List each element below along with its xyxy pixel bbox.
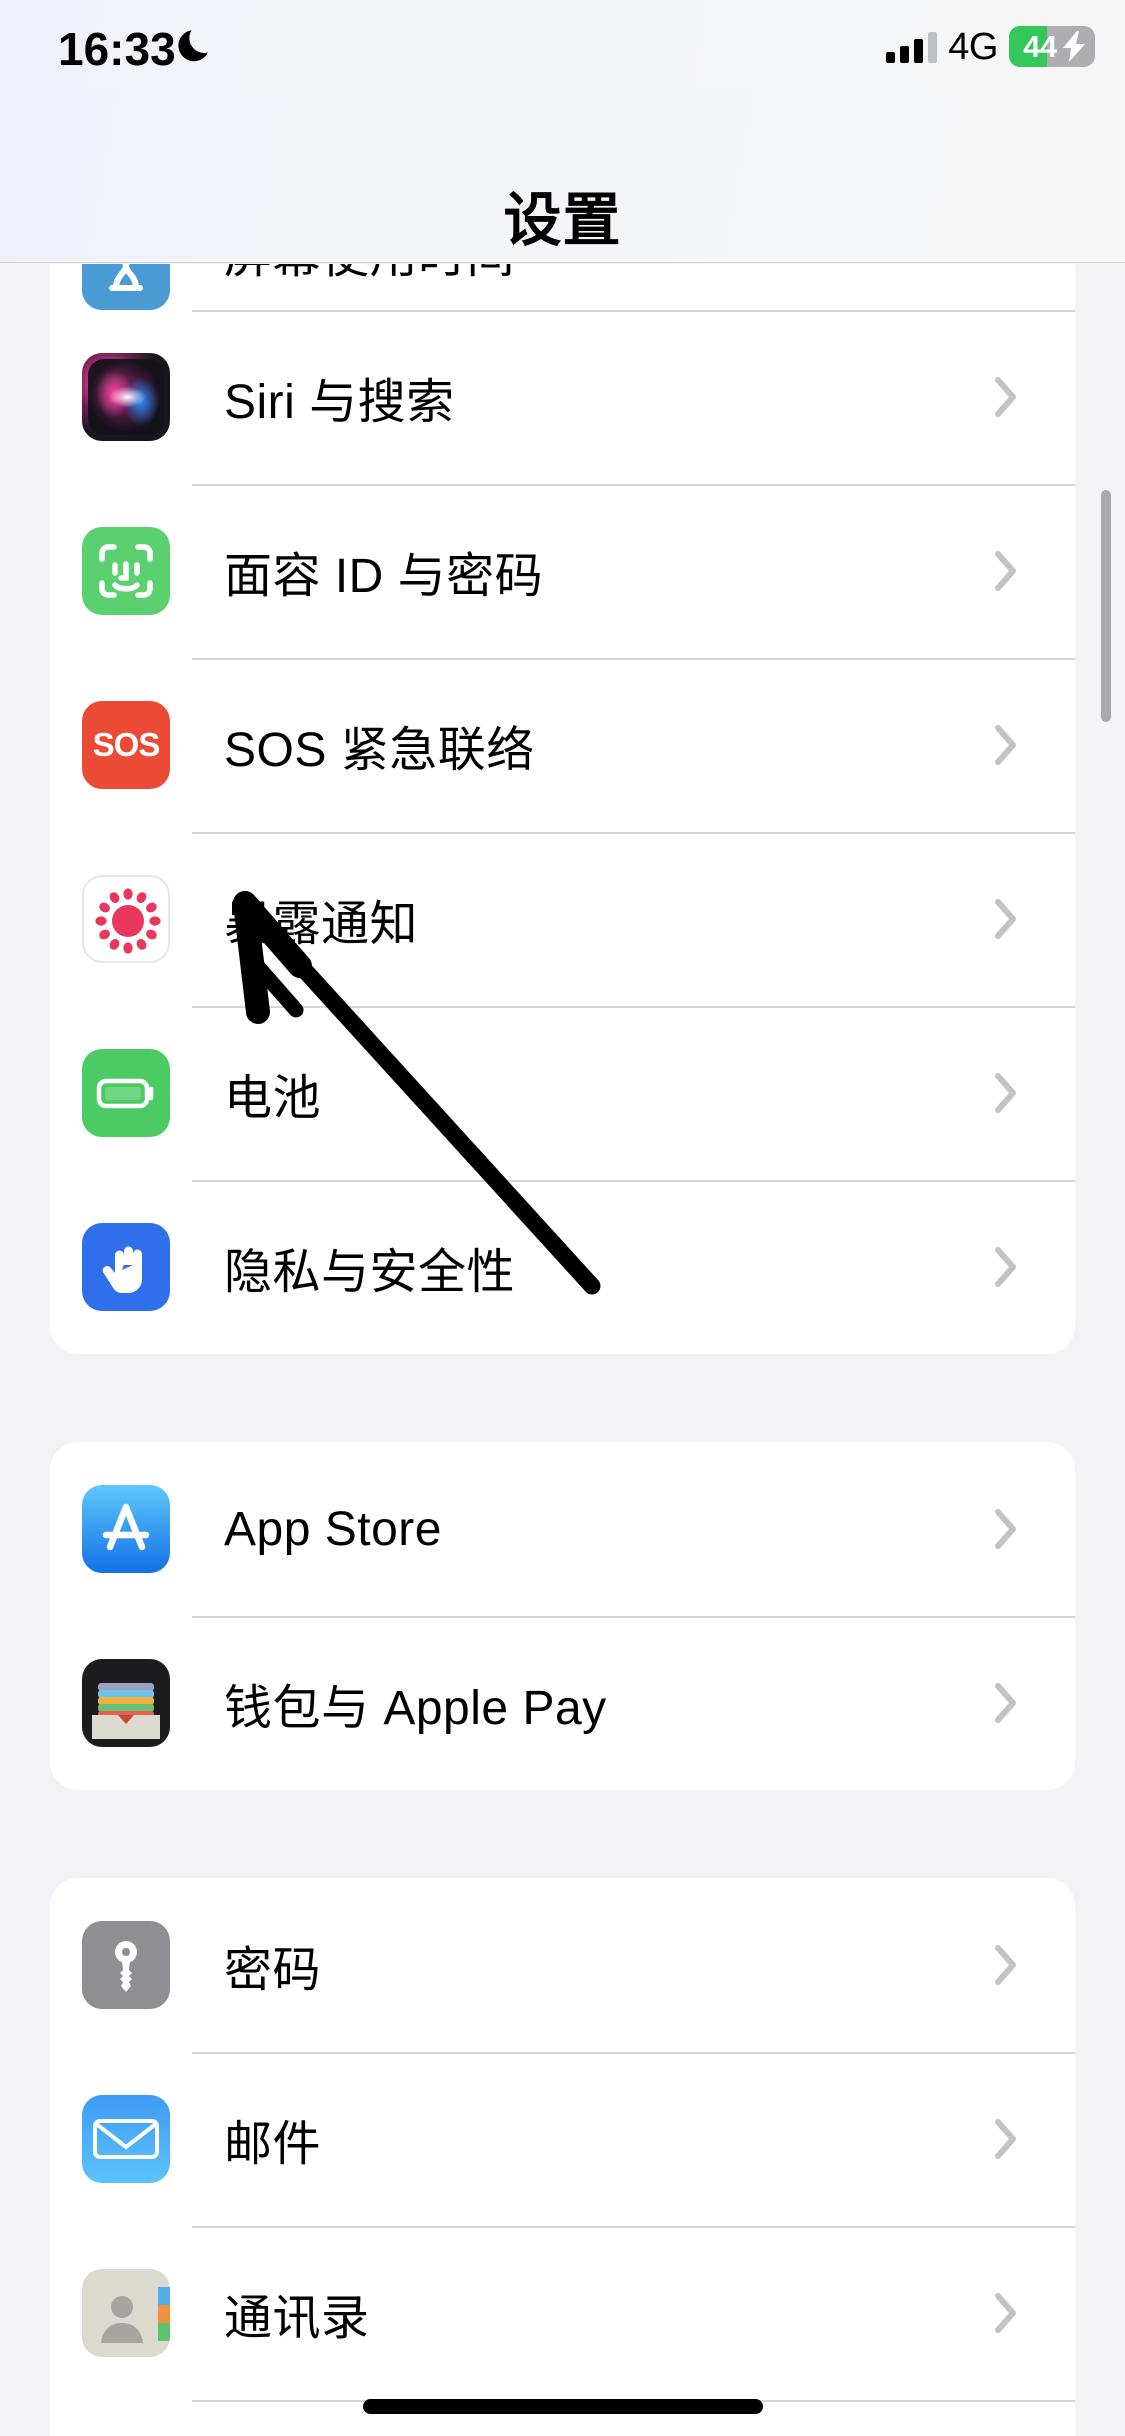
privacy-security-icon bbox=[82, 1223, 170, 1311]
chevron-right-icon bbox=[995, 551, 1017, 591]
cellular-bars-icon bbox=[886, 31, 938, 63]
settings-row-label: 隐私与安全性 bbox=[224, 1246, 516, 1299]
settings-group: 屏幕使用时间 Siri 与搜索面容 ID 与密码 SOS SOS 紧急联络暴露通知电池… bbox=[50, 264, 1075, 1354]
wallet-icon bbox=[82, 1659, 170, 1747]
settings-row-label: App Store bbox=[224, 1502, 442, 1556]
home-indicator bbox=[362, 2399, 763, 2414]
siri-icon bbox=[82, 353, 170, 441]
settings-list[interactable]: 屏幕使用时间 Siri 与搜索面容 ID 与密码 SOS SOS 紧急联络暴露通知电池… bbox=[0, 264, 1125, 2436]
status-bar-indicators: 4G 44 bbox=[886, 26, 1095, 67]
charging-bolt-icon bbox=[1063, 31, 1085, 62]
settings-row-label: 密码 bbox=[224, 1944, 322, 1997]
settings-row-label: 面容 ID 与密码 bbox=[224, 550, 544, 603]
chevron-right-icon bbox=[995, 899, 1017, 939]
settings-row-label: 邮件 bbox=[224, 2118, 322, 2171]
phone-screen: 16:33 4G 44 设置 屏幕使用时间 Siri 与搜索面容 ID 与密码 SO… bbox=[0, 0, 1125, 2436]
chevron-right-icon bbox=[995, 1509, 1017, 1549]
settings-row-passwords-key[interactable]: 密码 bbox=[50, 1878, 1075, 2052]
status-bar-time: 16:33 bbox=[58, 23, 176, 75]
settings-row-screen-time[interactable]: 屏幕使用时间 bbox=[50, 264, 1075, 310]
settings-row-app-store[interactable]: App Store bbox=[50, 1442, 1075, 1616]
settings-row-mail[interactable]: 邮件 bbox=[50, 2052, 1075, 2226]
face-id-icon bbox=[82, 527, 170, 615]
settings-row-contacts[interactable]: 通讯录 bbox=[50, 2226, 1075, 2400]
settings-row-label: 钱包与 Apple Pay bbox=[224, 1682, 607, 1735]
settings-row-privacy-security[interactable]: 隐私与安全性 bbox=[50, 1180, 1075, 1354]
chevron-right-icon bbox=[995, 725, 1017, 765]
chevron-right-icon bbox=[995, 2119, 1017, 2159]
network-type-label: 4G bbox=[948, 25, 998, 68]
page-title: 设置 bbox=[503, 188, 622, 253]
emergency-sos-icon: SOS bbox=[82, 701, 170, 789]
settings-row-label: 通讯录 bbox=[224, 2292, 370, 2345]
settings-row-wallet[interactable]: 钱包与 Apple Pay bbox=[50, 1616, 1075, 1790]
nav-bar: 设置 bbox=[0, 88, 1125, 263]
mail-icon bbox=[82, 2095, 170, 2183]
chevron-right-icon bbox=[995, 1073, 1017, 1113]
app-store-icon bbox=[82, 1485, 170, 1573]
settings-row-siri[interactable]: Siri 与搜索 bbox=[50, 310, 1075, 484]
chevron-right-icon bbox=[995, 377, 1017, 417]
chevron-right-icon bbox=[995, 1683, 1017, 1723]
battery-icon bbox=[82, 1049, 170, 1137]
crescent-moon-icon bbox=[178, 30, 208, 62]
settings-row-emergency-sos[interactable]: SOS SOS 紧急联络 bbox=[50, 658, 1075, 832]
chevron-right-icon bbox=[995, 1247, 1017, 1287]
settings-group: App Store 钱包与 Apple Pay bbox=[50, 1442, 1075, 1790]
settings-row-label: 暴露通知 bbox=[224, 898, 419, 951]
settings-row-exposure-notifications[interactable]: 暴露通知 bbox=[50, 832, 1075, 1006]
vertical-scrollbar[interactable] bbox=[1101, 490, 1111, 722]
settings-row-label: SOS 紧急联络 bbox=[224, 724, 535, 777]
screen-time-icon bbox=[82, 264, 170, 310]
settings-row-label: Siri 与搜索 bbox=[224, 376, 455, 429]
settings-group: 密码邮件通讯录日历备忘录提醒事项 bbox=[50, 1878, 1075, 2436]
settings-row-label: 电池 bbox=[224, 1072, 322, 1125]
battery-icon: 44 bbox=[1009, 26, 1095, 67]
passwords-key-icon bbox=[82, 1921, 170, 2009]
contacts-icon bbox=[82, 2269, 170, 2357]
status-bar: 16:33 4G 44 bbox=[0, 0, 1125, 88]
settings-row-label: 屏幕使用时间 bbox=[224, 264, 515, 286]
settings-row-face-id[interactable]: 面容 ID 与密码 bbox=[50, 484, 1075, 658]
chevron-right-icon bbox=[995, 2293, 1017, 2333]
settings-row-battery[interactable]: 电池 bbox=[50, 1006, 1075, 1180]
exposure-notifications-icon bbox=[82, 875, 170, 963]
chevron-right-icon bbox=[995, 1945, 1017, 1985]
